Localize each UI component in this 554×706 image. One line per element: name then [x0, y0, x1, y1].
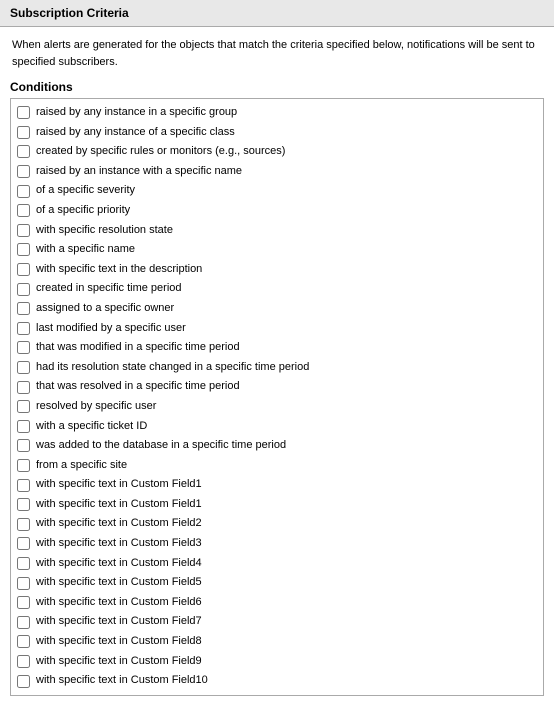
condition-checkbox[interactable]	[17, 675, 30, 688]
condition-checkbox[interactable]	[17, 106, 30, 119]
description: When alerts are generated for the object…	[0, 27, 554, 80]
condition-checkbox[interactable]	[17, 204, 30, 217]
condition-item: with specific text in Custom Field2	[17, 514, 537, 534]
condition-item: with specific text in Custom Field8	[17, 632, 537, 652]
condition-item: with specific text in Custom Field5	[17, 573, 537, 593]
condition-checkbox[interactable]	[17, 381, 30, 394]
condition-checkbox[interactable]	[17, 557, 30, 570]
condition-label: had its resolution state changed in a sp…	[36, 359, 309, 377]
condition-item: with specific text in Custom Field4	[17, 554, 537, 574]
condition-label: of a specific priority	[36, 202, 130, 220]
condition-label: with specific text in Custom Field2	[36, 515, 202, 533]
condition-label: raised by an instance with a specific na…	[36, 163, 242, 181]
condition-label: with specific text in Custom Field1	[36, 496, 202, 514]
condition-checkbox[interactable]	[17, 185, 30, 198]
condition-item: with specific text in Custom Field10	[17, 671, 537, 691]
condition-label: that was resolved in a specific time per…	[36, 378, 240, 396]
condition-checkbox[interactable]	[17, 518, 30, 531]
condition-label: created in specific time period	[36, 280, 182, 298]
condition-checkbox[interactable]	[17, 400, 30, 413]
condition-label: with specific text in Custom Field6	[36, 594, 202, 612]
condition-checkbox[interactable]	[17, 243, 30, 256]
condition-checkbox[interactable]	[17, 302, 30, 315]
condition-checkbox[interactable]	[17, 439, 30, 452]
condition-label: raised by any instance of a specific cla…	[36, 124, 235, 142]
condition-checkbox[interactable]	[17, 126, 30, 139]
condition-item: raised by an instance with a specific na…	[17, 162, 537, 182]
condition-item: of a specific priority	[17, 201, 537, 221]
page-title: Subscription Criteria	[10, 6, 129, 20]
condition-label: with specific text in Custom Field8	[36, 633, 202, 651]
condition-label: with specific text in Custom Field3	[36, 535, 202, 553]
condition-label: created by specific rules or monitors (e…	[36, 143, 285, 161]
condition-label: with specific text in Custom Field5	[36, 574, 202, 592]
condition-label: assigned to a specific owner	[36, 300, 174, 318]
condition-item: from a specific site	[17, 456, 537, 476]
condition-item: with a specific ticket ID	[17, 417, 537, 437]
condition-checkbox[interactable]	[17, 596, 30, 609]
condition-item: of a specific severity	[17, 181, 537, 201]
condition-checkbox[interactable]	[17, 322, 30, 335]
conditions-section: Conditions raised by any instance in a s…	[10, 80, 544, 696]
condition-checkbox[interactable]	[17, 361, 30, 374]
condition-item: with specific text in Custom Field9	[17, 652, 537, 672]
condition-label: from a specific site	[36, 457, 127, 475]
condition-label: that was modified in a specific time per…	[36, 339, 240, 357]
condition-label: with specific text in Custom Field7	[36, 613, 202, 631]
condition-item: with specific text in Custom Field1	[17, 495, 537, 515]
condition-label: with specific text in the description	[36, 261, 202, 279]
condition-item: last modified by a specific user	[17, 319, 537, 339]
condition-checkbox[interactable]	[17, 498, 30, 511]
condition-checkbox[interactable]	[17, 616, 30, 629]
condition-label: resolved by specific user	[36, 398, 156, 416]
condition-label: was added to the database in a specific …	[36, 437, 286, 455]
condition-checkbox[interactable]	[17, 537, 30, 550]
condition-item: had its resolution state changed in a sp…	[17, 358, 537, 378]
condition-label: with a specific name	[36, 241, 135, 259]
conditions-label: Conditions	[10, 80, 544, 94]
condition-item: with specific text in Custom Field7	[17, 612, 537, 632]
condition-item: was added to the database in a specific …	[17, 436, 537, 456]
condition-label: of a specific severity	[36, 182, 135, 200]
condition-item: with specific text in Custom Field3	[17, 534, 537, 554]
condition-item: that was resolved in a specific time per…	[17, 377, 537, 397]
condition-item: raised by any instance in a specific gro…	[17, 103, 537, 123]
conditions-box: raised by any instance in a specific gro…	[10, 98, 544, 696]
condition-checkbox[interactable]	[17, 145, 30, 158]
condition-item: raised by any instance of a specific cla…	[17, 123, 537, 143]
condition-item: with specific text in Custom Field1	[17, 475, 537, 495]
condition-checkbox[interactable]	[17, 420, 30, 433]
condition-item: with specific resolution state	[17, 221, 537, 241]
condition-item: assigned to a specific owner	[17, 299, 537, 319]
page-header: Subscription Criteria	[0, 0, 554, 27]
condition-label: with specific resolution state	[36, 222, 173, 240]
condition-checkbox[interactable]	[17, 459, 30, 472]
condition-label: with specific text in Custom Field10	[36, 672, 208, 690]
condition-item: created by specific rules or monitors (e…	[17, 142, 537, 162]
condition-label: with specific text in Custom Field4	[36, 555, 202, 573]
condition-item: with a specific name	[17, 240, 537, 260]
condition-item: resolved by specific user	[17, 397, 537, 417]
condition-label: raised by any instance in a specific gro…	[36, 104, 237, 122]
condition-item: that was modified in a specific time per…	[17, 338, 537, 358]
condition-checkbox[interactable]	[17, 479, 30, 492]
condition-checkbox[interactable]	[17, 283, 30, 296]
condition-item: with specific text in the description	[17, 260, 537, 280]
condition-checkbox[interactable]	[17, 263, 30, 276]
condition-label: with specific text in Custom Field9	[36, 653, 202, 671]
condition-checkbox[interactable]	[17, 635, 30, 648]
condition-checkbox[interactable]	[17, 165, 30, 178]
condition-checkbox[interactable]	[17, 224, 30, 237]
condition-checkbox[interactable]	[17, 341, 30, 354]
condition-checkbox[interactable]	[17, 655, 30, 668]
condition-label: with a specific ticket ID	[36, 418, 147, 436]
condition-item: with specific text in Custom Field6	[17, 593, 537, 613]
condition-label: last modified by a specific user	[36, 320, 186, 338]
condition-item: created in specific time period	[17, 279, 537, 299]
condition-label: with specific text in Custom Field1	[36, 476, 202, 494]
condition-checkbox[interactable]	[17, 577, 30, 590]
